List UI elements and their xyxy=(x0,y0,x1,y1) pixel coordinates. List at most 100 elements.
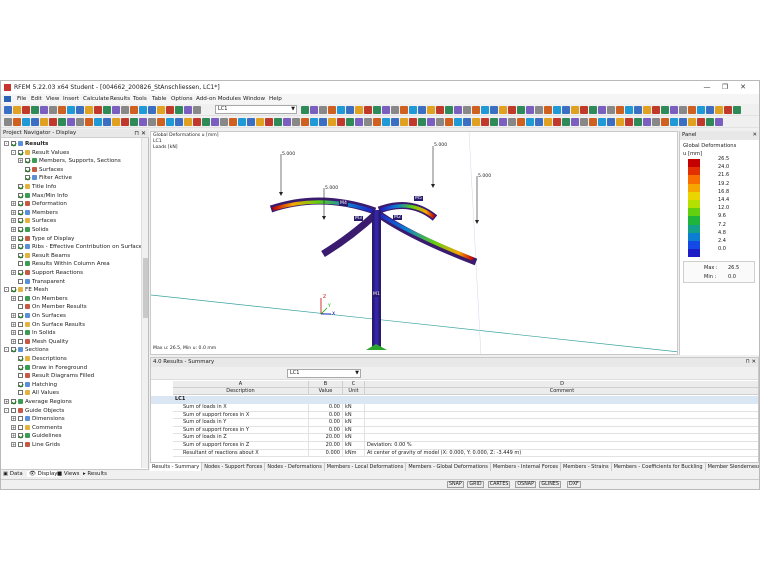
checkbox[interactable] xyxy=(18,373,23,379)
toolbar-button-icon[interactable] xyxy=(310,106,318,114)
toolbar-button-icon[interactable] xyxy=(490,106,498,114)
toolbar-button-icon[interactable] xyxy=(346,106,354,114)
toolbar-button-icon[interactable] xyxy=(670,106,678,114)
column-header[interactable]: Value xyxy=(309,388,343,395)
toolbar-button-icon[interactable] xyxy=(571,118,579,126)
toolbar-button-icon[interactable] xyxy=(553,118,561,126)
toolbar-button-icon[interactable] xyxy=(355,118,363,126)
toolbar-button-icon[interactable] xyxy=(436,118,444,126)
checkbox[interactable] xyxy=(18,278,23,284)
table-row[interactable]: Resultant of reactions about X 0.000 kNm At… xyxy=(151,449,758,458)
toolbar-button-icon[interactable] xyxy=(508,118,516,126)
toolbar-button-icon[interactable] xyxy=(238,118,246,126)
toolbar-button-icon[interactable] xyxy=(607,106,615,114)
column-letter[interactable]: A xyxy=(173,381,309,388)
column-letter[interactable]: D xyxy=(365,381,758,388)
checkbox[interactable] xyxy=(11,287,16,293)
column-letter[interactable]: C xyxy=(343,381,365,388)
menu-add-on-modules[interactable]: Add-on Modules xyxy=(196,96,241,102)
expand-icon[interactable]: + xyxy=(11,416,16,422)
toolbar-button-icon[interactable] xyxy=(130,106,138,114)
checkbox[interactable] xyxy=(11,347,16,353)
checkbox[interactable] xyxy=(18,252,23,258)
toolbar-button-icon[interactable] xyxy=(598,106,606,114)
tree-item[interactable]: + Comments xyxy=(11,424,62,433)
tab-display[interactable]: 👁 Display xyxy=(27,471,60,477)
toolbar-button-icon[interactable] xyxy=(22,118,30,126)
results-tab[interactable]: Members - Coefficients for Buckling xyxy=(612,463,706,471)
checkbox[interactable] xyxy=(18,218,23,224)
toolbar-button-icon[interactable] xyxy=(697,118,705,126)
menu-edit[interactable]: Edit xyxy=(31,96,42,102)
column-header[interactable]: Comment xyxy=(365,388,758,395)
menu-view[interactable]: View xyxy=(46,96,59,102)
expand-icon[interactable]: + xyxy=(11,227,16,232)
tree-item[interactable]: + Members xyxy=(11,209,58,218)
results-tab[interactable]: Results - Summary xyxy=(150,463,203,471)
toolbar-button-icon[interactable] xyxy=(472,106,480,114)
toolbar-button-icon[interactable] xyxy=(661,106,669,114)
toolbar-button-icon[interactable] xyxy=(688,118,696,126)
toolbar-button-icon[interactable] xyxy=(193,106,201,114)
toolbar-button-icon[interactable] xyxy=(229,118,237,126)
tree-item[interactable]: On Member Results xyxy=(11,303,87,312)
checkbox[interactable] xyxy=(18,235,23,241)
toolbar-button-icon[interactable] xyxy=(103,118,111,126)
pin-icon[interactable]: ⊓ ✕ xyxy=(134,129,146,138)
toolbar-button-icon[interactable] xyxy=(58,106,66,114)
toolbar-button-icon[interactable] xyxy=(328,106,336,114)
tree-item[interactable]: All Values xyxy=(11,389,59,398)
expand-icon[interactable]: + xyxy=(11,433,16,439)
checkbox[interactable] xyxy=(18,149,23,155)
expand-icon[interactable]: + xyxy=(11,201,16,207)
toolbar-button-icon[interactable] xyxy=(427,118,435,126)
toolbar-button-icon[interactable] xyxy=(463,118,471,126)
tab-views[interactable]: ■ Views xyxy=(57,471,79,477)
toolbar-button-icon[interactable] xyxy=(247,118,255,126)
toolbar-button-icon[interactable] xyxy=(418,118,426,126)
tree-item[interactable]: - Results xyxy=(4,140,48,149)
tree-item[interactable]: + Surfaces xyxy=(11,217,56,226)
expand-icon[interactable]: + xyxy=(11,244,16,250)
menu-calculate[interactable]: Calculate xyxy=(83,96,109,102)
checkbox[interactable] xyxy=(11,141,16,146)
checkbox[interactable] xyxy=(18,209,23,215)
tree-item[interactable]: Result Diagrams Filled xyxy=(11,372,94,381)
toolbar-button-icon[interactable] xyxy=(31,106,39,114)
toolbar-button-icon[interactable] xyxy=(490,118,498,126)
toolbar-button-icon[interactable] xyxy=(49,106,57,114)
checkbox[interactable] xyxy=(18,356,23,361)
toolbar-button-icon[interactable] xyxy=(319,118,327,126)
collapse-icon[interactable]: - xyxy=(11,149,16,155)
table-row[interactable]: Sum of loads in Y 0.00 kN xyxy=(151,419,758,427)
checkbox[interactable] xyxy=(18,390,23,396)
toolbar-button-icon[interactable] xyxy=(661,118,669,126)
tree-item[interactable]: + On Surface Results xyxy=(11,321,85,330)
checkbox[interactable] xyxy=(18,433,23,439)
status-toggle-grid[interactable]: GRID xyxy=(467,481,484,488)
toolbar-button-icon[interactable] xyxy=(58,118,66,126)
checkbox[interactable] xyxy=(25,166,30,172)
tree-item[interactable]: Result Beams xyxy=(11,252,70,261)
results-close-icon[interactable]: ⊓ ✕ xyxy=(746,358,756,367)
checkbox[interactable] xyxy=(18,338,23,344)
toolbar-button-icon[interactable] xyxy=(157,106,165,114)
toolbar-button-icon[interactable] xyxy=(634,106,642,114)
column-header[interactable]: Unit xyxy=(343,388,365,395)
toolbar-button-icon[interactable] xyxy=(544,118,552,126)
toolbar-button-icon[interactable] xyxy=(715,106,723,114)
tree-item[interactable]: + Average Regions xyxy=(4,398,72,407)
toolbar-button-icon[interactable] xyxy=(427,106,435,114)
tree-item[interactable]: + Dimensions xyxy=(11,415,65,424)
tree-item[interactable]: Hatching xyxy=(11,381,57,390)
results-tab[interactable]: Nodes - Support Forces xyxy=(202,463,266,471)
tree-item[interactable]: + On Members xyxy=(11,295,68,304)
minimize-icon[interactable]: — xyxy=(701,83,713,92)
toolbar-button-icon[interactable] xyxy=(454,118,462,126)
results-tab[interactable]: Members - Global Deformations xyxy=(406,463,491,471)
results-tab[interactable]: Members - Internal Forces xyxy=(491,463,562,471)
toolbar-button-icon[interactable] xyxy=(598,118,606,126)
toolbar-button-icon[interactable] xyxy=(580,118,588,126)
results-tab[interactable]: Members - Strains xyxy=(561,463,612,471)
expand-icon[interactable]: + xyxy=(11,313,16,318)
